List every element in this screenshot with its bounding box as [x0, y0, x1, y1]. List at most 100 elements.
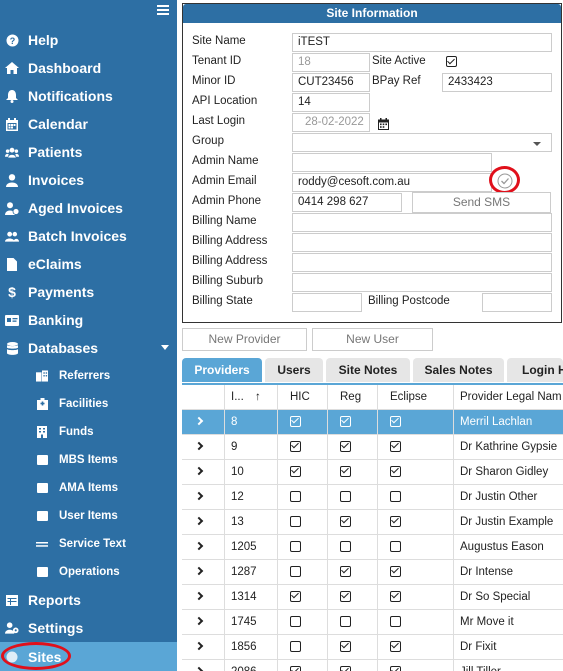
expand-row-chevron-icon[interactable]: [194, 441, 204, 451]
minor-id-field[interactable]: CUT23456: [292, 73, 370, 92]
sidebar-subitem-facilities[interactable]: Facilities: [0, 390, 177, 418]
table-row[interactable]: 1287 Dr Intense: [182, 560, 563, 585]
tab-login-history[interactable]: Login H: [507, 358, 563, 382]
table-row[interactable]: 13 Dr Justin Example: [182, 510, 563, 535]
billing-suburb-field[interactable]: [292, 273, 552, 292]
table-row[interactable]: 10 Dr Sharon Gidley: [182, 460, 563, 485]
sort-ascending-icon[interactable]: ↑: [255, 391, 261, 403]
sidebar-item-notifications[interactable]: Notifications: [0, 82, 177, 110]
sidebar-subitem-ama-items[interactable]: AMA Items: [0, 474, 177, 502]
sidebar-subitem-service-text[interactable]: Service Text: [0, 530, 177, 558]
reg-checkbox[interactable]: [340, 516, 351, 527]
sidebar-item-payments[interactable]: $ Payments: [0, 278, 177, 306]
bpay-ref-field[interactable]: 2433423: [442, 73, 552, 92]
reg-checkbox[interactable]: [340, 641, 351, 652]
reg-checkbox[interactable]: [340, 616, 351, 627]
new-provider-button[interactable]: New Provider: [182, 328, 307, 351]
hic-checkbox[interactable]: [290, 641, 301, 652]
expand-row-chevron-icon[interactable]: [194, 641, 204, 651]
reg-checkbox[interactable]: [340, 416, 351, 427]
eclipse-checkbox[interactable]: [390, 516, 401, 527]
send-sms-button[interactable]: Send SMS: [412, 192, 551, 213]
sidebar-item-calendar[interactable]: Calendar: [0, 110, 177, 138]
reg-checkbox[interactable]: [340, 591, 351, 602]
table-row[interactable]: 8 Merril Lachlan: [182, 410, 563, 435]
table-row[interactable]: 1856 Dr Fixit: [182, 635, 563, 660]
sidebar-item-patients[interactable]: Patients: [0, 138, 177, 166]
sidebar-subitem-mbs-items[interactable]: MBS Items: [0, 446, 177, 474]
column-eclipse[interactable]: Eclipse: [377, 385, 453, 410]
hic-checkbox[interactable]: [290, 566, 301, 577]
sidebar-item-databases[interactable]: Databases: [0, 334, 177, 362]
admin-email-field[interactable]: roddy@cesoft.com.au: [292, 173, 492, 192]
hic-checkbox[interactable]: [290, 466, 301, 477]
reg-checkbox[interactable]: [340, 466, 351, 477]
tab-providers[interactable]: Providers: [182, 358, 262, 382]
sidebar-item-dashboard[interactable]: Dashboard: [0, 54, 177, 82]
sidebar-subitem-user-items[interactable]: User Items: [0, 502, 177, 530]
table-row[interactable]: 1205 Augustus Eason: [182, 535, 563, 560]
api-location-field[interactable]: 14: [292, 93, 370, 112]
sidebar-item-banking[interactable]: Banking: [0, 306, 177, 334]
column-hic[interactable]: HIC: [277, 385, 327, 410]
tab-site-notes[interactable]: Site Notes: [326, 358, 410, 382]
table-row[interactable]: 2086 Jill Tiller: [182, 660, 563, 671]
sidebar-item-invoices[interactable]: Invoices: [0, 166, 177, 194]
table-row[interactable]: 1314 Dr So Special: [182, 585, 563, 610]
expand-row-chevron-icon[interactable]: [194, 466, 204, 476]
new-user-button[interactable]: New User: [312, 328, 433, 351]
table-row[interactable]: 12 Dr Justin Other: [182, 485, 563, 510]
site-active-checkbox[interactable]: [446, 56, 457, 67]
admin-name-field[interactable]: [292, 153, 492, 172]
site-name-field[interactable]: iTEST: [292, 33, 552, 52]
menu-toggle-icon[interactable]: [157, 5, 169, 17]
eclipse-checkbox[interactable]: [390, 616, 401, 627]
eclipse-checkbox[interactable]: [390, 491, 401, 502]
expand-row-chevron-icon[interactable]: [194, 616, 204, 626]
sidebar-item-aged-invoices[interactable]: Aged Invoices: [0, 194, 177, 222]
reg-checkbox[interactable]: [340, 491, 351, 502]
sidebar-subitem-operations[interactable]: Operations: [0, 558, 177, 586]
sidebar-subitem-funds[interactable]: Funds: [0, 418, 177, 446]
eclipse-checkbox[interactable]: [390, 541, 401, 552]
billing-name-field[interactable]: [292, 213, 552, 232]
sidebar-subitem-referrers[interactable]: Referrers: [0, 362, 177, 390]
expand-row-chevron-icon[interactable]: [194, 516, 204, 526]
billing-state-field[interactable]: [292, 293, 362, 312]
column-id[interactable]: I... ↑: [224, 385, 277, 410]
expand-row-chevron-icon[interactable]: [194, 416, 204, 426]
tab-users[interactable]: Users: [265, 358, 323, 382]
hic-checkbox[interactable]: [290, 441, 301, 452]
eclipse-checkbox[interactable]: [390, 466, 401, 477]
eclipse-checkbox[interactable]: [390, 566, 401, 577]
hic-checkbox[interactable]: [290, 416, 301, 427]
group-select[interactable]: [292, 133, 552, 152]
reg-checkbox[interactable]: [340, 541, 351, 552]
column-provider-legal-name[interactable]: Provider Legal Nam: [453, 385, 563, 410]
eclipse-checkbox[interactable]: [390, 416, 401, 427]
hic-checkbox[interactable]: [290, 541, 301, 552]
table-row[interactable]: 1745 Mr Move it: [182, 610, 563, 635]
reg-checkbox[interactable]: [340, 566, 351, 577]
expand-row-chevron-icon[interactable]: [194, 491, 204, 501]
billing-postcode-field[interactable]: [482, 293, 552, 312]
tab-sales-notes[interactable]: Sales Notes: [413, 358, 504, 382]
reg-checkbox[interactable]: [340, 666, 351, 671]
eclipse-checkbox[interactable]: [390, 591, 401, 602]
expand-row-chevron-icon[interactable]: [194, 541, 204, 551]
admin-phone-field[interactable]: 0414 298 627: [292, 193, 402, 212]
sidebar-item-help[interactable]: ? Help: [0, 26, 177, 54]
hic-checkbox[interactable]: [290, 666, 301, 671]
hic-checkbox[interactable]: [290, 616, 301, 627]
expand-row-chevron-icon[interactable]: [194, 591, 204, 601]
hic-checkbox[interactable]: [290, 591, 301, 602]
sidebar-item-reports[interactable]: Reports: [0, 586, 177, 614]
eclipse-checkbox[interactable]: [390, 641, 401, 652]
table-row[interactable]: 9 Dr Kathrine Gypsie: [182, 435, 563, 460]
reg-checkbox[interactable]: [340, 441, 351, 452]
hic-checkbox[interactable]: [290, 491, 301, 502]
expand-row-chevron-icon[interactable]: [194, 566, 204, 576]
billing-address2-field[interactable]: [292, 253, 552, 272]
eclipse-checkbox[interactable]: [390, 666, 401, 671]
expand-row-chevron-icon[interactable]: [194, 666, 204, 671]
